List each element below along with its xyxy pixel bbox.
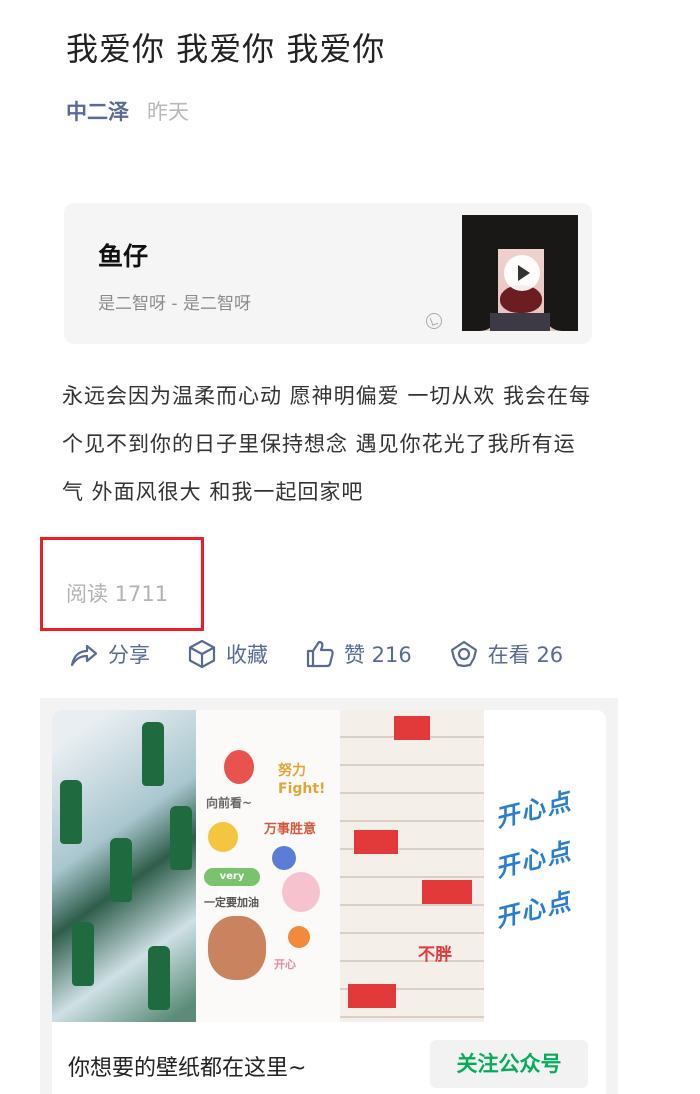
article-body: 永远会因为温柔而心动 愿神明偏爱 一切从欢 我会在每个见不到你的日子里保持想念 … xyxy=(62,384,592,504)
qq-music-icon xyxy=(426,313,442,329)
thumbs-up-icon xyxy=(306,640,334,668)
ad-caption: 你想要的壁纸都在这里~ xyxy=(68,1056,307,1081)
like-label: 赞 216 xyxy=(344,643,412,667)
publish-date: 昨天 xyxy=(147,100,189,124)
flower-icon xyxy=(450,640,477,668)
author-link[interactable]: 中二泽 xyxy=(66,96,129,126)
article-meta: 中二泽 昨天 xyxy=(66,96,189,126)
music-card[interactable]: 鱼仔 是二智呀 - 是二智呀 xyxy=(64,203,592,344)
ad-image-notes-wall: 不胖 xyxy=(340,710,484,1022)
like-button[interactable]: 赞 216 xyxy=(304,638,412,670)
favorite-button[interactable]: 收藏 xyxy=(186,638,268,670)
ad-image-handwriting: 开心点 开心点 开心点 xyxy=(484,710,606,1022)
bear-icon xyxy=(208,916,266,980)
ad-image-ice-bottles xyxy=(52,710,196,1022)
song-title: 鱼仔 xyxy=(98,242,149,271)
share-label: 分享 xyxy=(108,643,150,667)
album-cover[interactable] xyxy=(462,215,578,331)
bunny-icon xyxy=(282,872,320,912)
share-button[interactable]: 分享 xyxy=(68,638,150,670)
play-icon[interactable] xyxy=(504,255,540,291)
strawberry-icon xyxy=(224,750,254,784)
blue-face-icon xyxy=(272,846,296,870)
follow-button[interactable]: 关注公众号 xyxy=(430,1040,588,1088)
ad-image-stickers: 努力 Fight! 向前看~ 万事胜意 very Good 一定要加油 开心 xyxy=(196,710,340,1022)
article-title: 我爱你 我爱你 我爱你 xyxy=(66,30,386,68)
watching-button[interactable]: 在看 26 xyxy=(448,638,563,670)
smile-icon xyxy=(208,822,238,852)
orange-icon xyxy=(288,926,310,948)
action-bar: 分享 收藏 赞 216 在看 26 xyxy=(68,634,599,674)
share-icon xyxy=(70,644,98,667)
favorite-label: 收藏 xyxy=(226,643,268,667)
watching-label: 在看 26 xyxy=(487,643,564,667)
cube-icon xyxy=(188,639,216,669)
ad-card[interactable]: 努力 Fight! 向前看~ 万事胜意 very Good 一定要加油 开心 不… xyxy=(52,710,606,1094)
song-artist: 是二智呀 - 是二智呀 xyxy=(98,294,251,314)
highlight-box xyxy=(40,537,204,631)
